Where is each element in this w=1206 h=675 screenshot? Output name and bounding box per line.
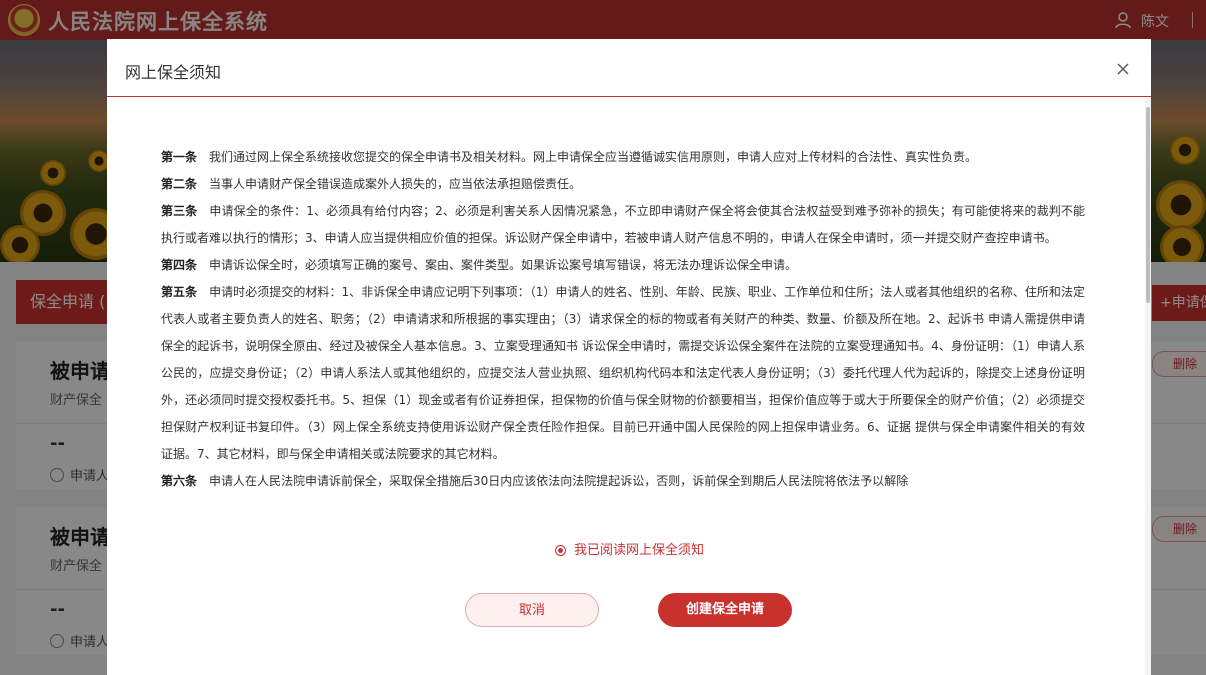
clause-text: 申请时必须提交的材料：1、非诉保全申请应记明下列事项：（1）申请人的姓名、性别、… (161, 285, 1085, 461)
scrollbar-thumb[interactable] (1146, 107, 1150, 303)
dialog-divider (107, 96, 1151, 97)
clause: 第四条 申请诉讼保全时，必须填写正确的案号、案由、案件类型。如果诉讼案号填写错误，… (161, 252, 1085, 279)
radio-checked-icon[interactable] (555, 545, 566, 556)
cancel-button[interactable]: 取消 (465, 593, 599, 627)
agree-radio[interactable]: 我已阅读网上保全须知 (555, 539, 704, 558)
dialog-title: 网上保全须知 (125, 63, 222, 82)
clause-text: 我们通过网上保全系统接收您提交的保全申请书及相关材料。网上申请保全应当遵循诚实信… (209, 150, 978, 164)
clause-label: 第五条 (161, 285, 198, 299)
notice-dialog: 网上保全须知 第一条 我们通过网上保全系统接收您提交的保全申请书及相关材料。网上申… (107, 39, 1151, 675)
clause-text: 申请保全的条件：1、必须具有给付内容；2、必须是利害关系人因情况紧急，不立即申请… (161, 204, 1085, 245)
clause: 第一条 我们通过网上保全系统接收您提交的保全申请书及相关材料。网上申请保全应当遵循… (161, 144, 1085, 171)
clause-text: 当事人申请财产保全错误造成案外人损失的，应当依法承担赔偿责任。 (209, 177, 582, 191)
notice-content: 第一条 我们通过网上保全系统接收您提交的保全申请书及相关材料。网上申请保全应当遵循… (161, 144, 1085, 495)
create-application-button[interactable]: 创建保全申请 (658, 593, 792, 627)
clause-label: 第四条 (161, 258, 198, 272)
clause: 第三条 申请保全的条件：1、必须具有给付内容；2、必须是利害关系人因情况紧急，不立… (161, 198, 1085, 252)
clause-text: 申请人在人民法院申请诉前保全，采取保全措施后30日内应该依法向法院提起诉讼，否则… (209, 474, 909, 488)
clause-label: 第六条 (161, 474, 198, 488)
close-icon[interactable] (1115, 61, 1131, 77)
clause-label: 第二条 (161, 177, 198, 191)
clause: 第五条 申请时必须提交的材料：1、非诉保全申请应记明下列事项：（1）申请人的姓名、… (161, 279, 1085, 468)
agree-label[interactable]: 我已阅读网上保全须知 (574, 543, 704, 558)
clause: 第二条 当事人申请财产保全错误造成案外人损失的，应当依法承担赔偿责任。 (161, 171, 1085, 198)
clause-text: 申请诉讼保全时，必须填写正确的案号、案由、案件类型。如果诉讼案号填写错误，将无法… (209, 258, 798, 272)
clause: 第六条 申请人在人民法院申请诉前保全，采取保全措施后30日内应该依法向法院提起诉讼… (161, 468, 1085, 495)
clause-label: 第一条 (161, 150, 198, 164)
clause-label: 第三条 (161, 204, 198, 218)
